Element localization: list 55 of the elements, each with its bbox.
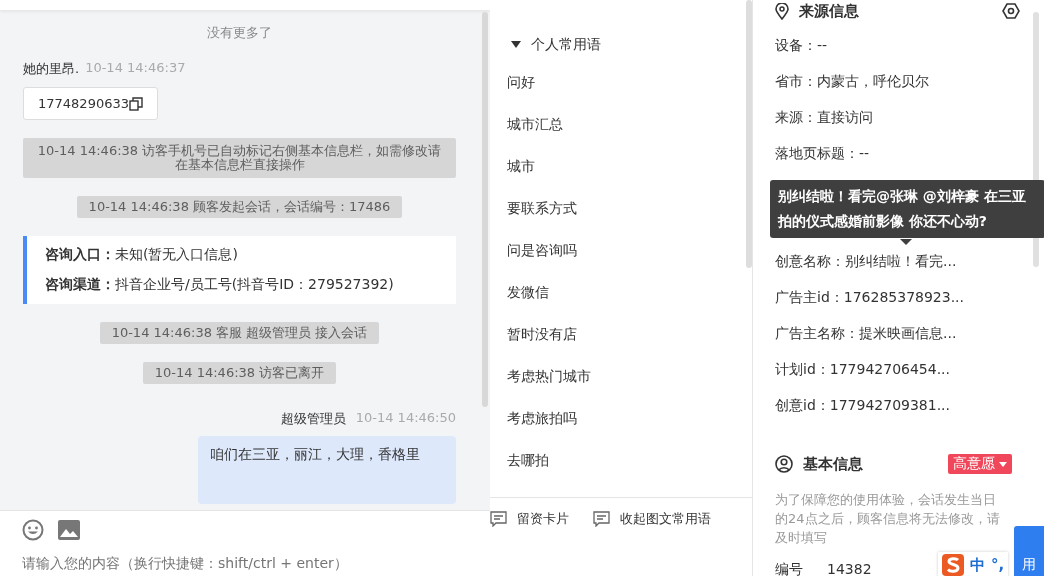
intent-tag-dropdown[interactable]: 高意愿 bbox=[948, 454, 1012, 474]
phrase-item[interactable]: 城市 bbox=[507, 157, 535, 176]
copy-icon[interactable] bbox=[129, 96, 143, 111]
phrase-item[interactable]: 考虑旅拍吗 bbox=[507, 409, 577, 428]
source-field: 落地页标题：-- bbox=[775, 145, 870, 163]
phrase-item[interactable]: 问好 bbox=[507, 73, 535, 92]
source-field: 来源：直接访问 bbox=[775, 109, 873, 127]
comment-icon bbox=[490, 511, 507, 527]
section-title: 来源信息 bbox=[799, 1, 859, 21]
ime-mode[interactable]: 中 bbox=[970, 555, 985, 575]
source-field: 广告主id：176285378923... bbox=[775, 289, 965, 307]
section-title: 基本信息 bbox=[803, 454, 863, 474]
source-field: 创意id：177942709381... bbox=[775, 397, 951, 415]
emoji-icon[interactable] bbox=[22, 519, 44, 541]
ime-punctuation[interactable]: °, bbox=[991, 556, 1005, 574]
source-field: 广告主名称：提米映画信息... bbox=[775, 325, 957, 343]
floating-button[interactable]: 用 bbox=[1014, 526, 1044, 576]
source-field: 创意名称：别纠结啦！看完... bbox=[775, 253, 957, 271]
phrase-item[interactable]: 暂时没有店 bbox=[507, 325, 577, 344]
settings-icon[interactable] bbox=[1002, 3, 1020, 19]
source-field: 计划id：177942706454... bbox=[775, 361, 951, 379]
system-message: 10-14 14:46:38 访客手机号已自动标记右侧基本信息栏，如需修改请在基本信息栏直接操作 bbox=[23, 138, 456, 178]
comment-icon bbox=[593, 511, 610, 527]
notice-text: 为了保障您的使用体验，会话发生当日的24点之后，顾客信息将无法修改，请及时填写 bbox=[775, 491, 1001, 547]
phrase-group-title: 个人常用语 bbox=[531, 35, 601, 54]
source-field: 设备：-- bbox=[775, 37, 828, 55]
tooltip: 别纠结啦！看完@张琳 @刘梓豪 在三亚拍的仪式感婚前影像 你还不心动? bbox=[770, 180, 1044, 238]
inquiry-row-text: 咨询渠道：抖音企业号/员工号(抖音号ID：279527392) bbox=[45, 276, 395, 294]
phrase-item[interactable]: 城市汇总 bbox=[507, 115, 563, 134]
phrase-item[interactable]: 发微信 bbox=[507, 283, 549, 302]
phrase-item[interactable]: 问是咨询吗 bbox=[507, 241, 577, 260]
message-bubble: 咱们在三亚，丽江，大理，香格里 bbox=[198, 436, 456, 504]
phrase-item[interactable]: 考虑热门城市 bbox=[507, 367, 591, 386]
phrase-group-header[interactable]: 个人常用语 bbox=[511, 35, 601, 54]
image-icon[interactable] bbox=[58, 520, 80, 540]
no-more-notice: 没有更多了 bbox=[207, 24, 272, 42]
sender-name: 她的里昂. bbox=[23, 60, 80, 78]
caret-icon bbox=[999, 461, 1007, 467]
field-value: 14382 bbox=[827, 561, 872, 576]
sender-name: 超级管理员 bbox=[280, 410, 346, 428]
inquiry-row-text: 咨询入口：未知(暂无入口信息) bbox=[45, 246, 239, 264]
phrase-item[interactable]: 去哪拍 bbox=[507, 451, 549, 470]
phrase-action-button[interactable]: 留资卡片 bbox=[490, 510, 569, 528]
field-label: 编号 bbox=[775, 561, 803, 576]
message-time: 10-14 14:46:37 bbox=[85, 60, 186, 77]
message-time: 10-14 14:46:50 bbox=[355, 410, 456, 427]
source-field: 省市：内蒙古，呼伦贝尔 bbox=[775, 73, 929, 91]
system-message: 10-14 14:46:38 客服 超级管理员 接入会话 bbox=[99, 322, 380, 344]
phrase-action-button[interactable]: 收起图文常用语 bbox=[593, 510, 711, 528]
location-pin-icon bbox=[775, 2, 789, 20]
user-icon bbox=[775, 455, 793, 473]
system-message: 10-14 14:46:38 顾客发起会话，会话编号：17486 bbox=[76, 196, 403, 218]
phone-message: 17748290633 bbox=[23, 87, 158, 120]
phrase-item[interactable]: 要联系方式 bbox=[507, 199, 577, 218]
system-message: 10-14 14:46:38 访客已离开 bbox=[142, 362, 337, 384]
